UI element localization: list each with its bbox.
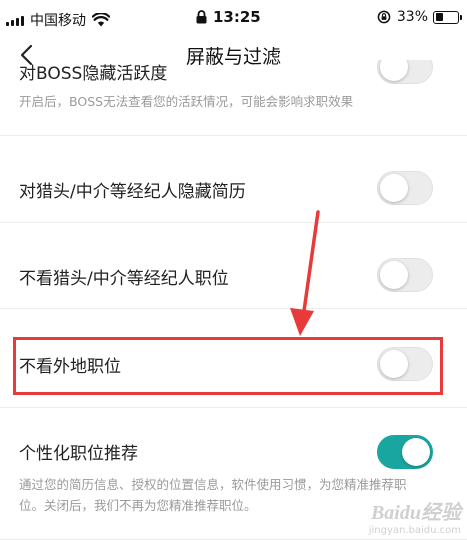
toggle-knob: [380, 60, 408, 81]
setting-description: 通过您的简历信息、授权的位置信息，软件使用习惯，为您精准推荐职位。关闭后，我们不…: [19, 477, 407, 513]
toggle-switch-personalized-recommendation[interactable]: [377, 435, 433, 469]
rotation-lock-icon: [377, 10, 391, 24]
toggle-switch-hide-activity[interactable]: [377, 60, 433, 84]
status-right: 33%: [377, 9, 462, 25]
setting-label: 个性化职位推荐: [19, 444, 138, 464]
setting-description: 开启后，BOSS无法查看您的活跃情况，可能会影响求职效果: [19, 94, 354, 109]
wifi-icon: [92, 13, 110, 27]
setting-label: 对猎头/中介等经纪人隐藏简历: [19, 182, 246, 202]
toggle-knob: [380, 261, 408, 289]
battery-level: [435, 13, 443, 21]
setting-row-hide-resume-agents: 对猎头/中介等经纪人隐藏简历: [0, 136, 467, 223]
toggle-knob: [402, 438, 430, 466]
lock-icon: [196, 10, 207, 24]
toggle-knob: [380, 174, 408, 202]
carrier-name: 中国移动: [30, 13, 86, 29]
battery-icon: [433, 10, 462, 24]
watermark-url: jingyan.baidu.com: [368, 525, 461, 536]
settings-list[interactable]: 对BOSS隐藏活跃度 开启后，BOSS无法查看您的活跃情况，可能会影响求职效果 …: [0, 60, 467, 540]
setting-label: 对BOSS隐藏活跃度: [19, 64, 168, 84]
battery-percent: 33%: [396, 9, 428, 25]
setting-row-hide-agent-jobs: 不看猎头/中介等经纪人职位: [0, 223, 467, 309]
signal-icon: [6, 14, 24, 26]
status-center: 13:25: [196, 8, 261, 26]
setting-label: 不看猎头/中介等经纪人职位: [19, 269, 229, 289]
watermark-logo: Baidu经验 jingyan.baidu.com: [369, 496, 461, 536]
watermark-brand: Baidu经验: [370, 502, 461, 524]
toggle-switch-hide-resume-agents[interactable]: [377, 171, 433, 205]
status-bar: 中国移动 13:25 33%: [0, 0, 467, 36]
toggle-switch-hide-agent-jobs[interactable]: [377, 258, 433, 292]
status-left: 中国移动: [6, 10, 110, 30]
annotation-highlight-box: [13, 337, 443, 395]
clock: 13:25: [213, 8, 261, 26]
setting-row-hide-activity: 对BOSS隐藏活跃度 开启后，BOSS无法查看您的活跃情况，可能会影响求职效果: [0, 60, 467, 136]
